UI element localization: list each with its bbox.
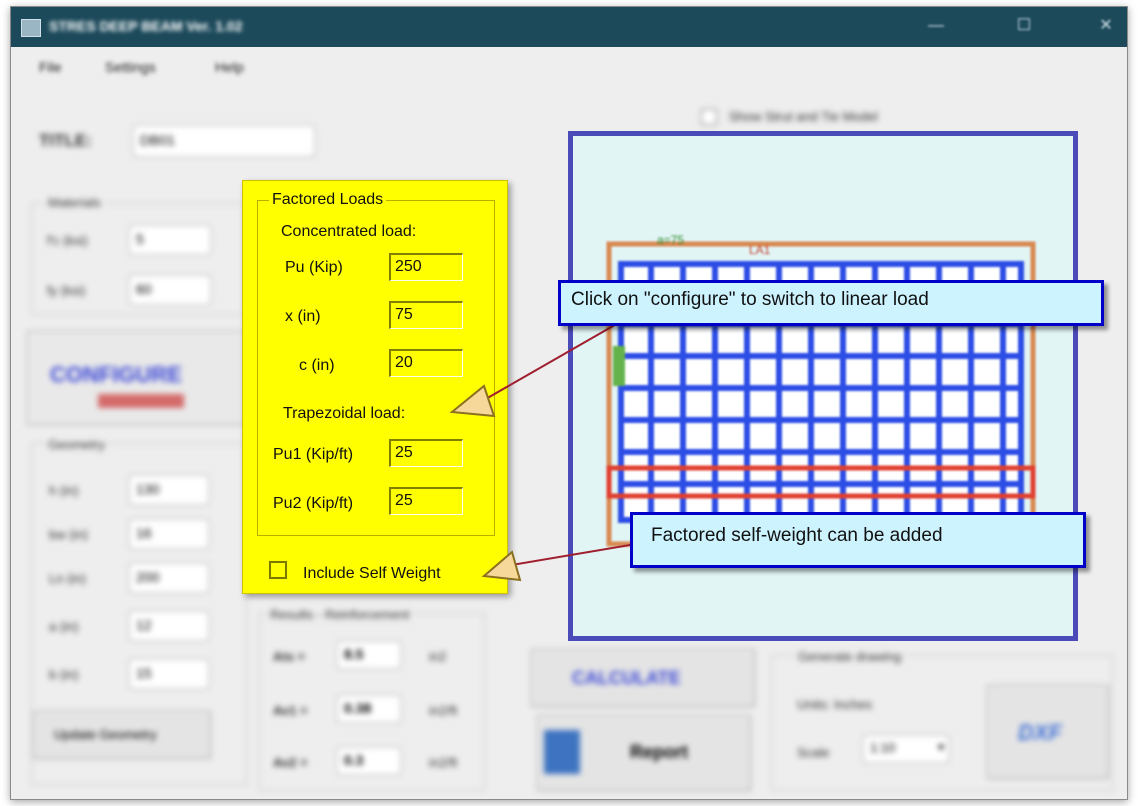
configure-highlight <box>98 394 184 408</box>
fy-input[interactable]: 60 <box>129 275 211 305</box>
av2-unit: in2/ft <box>429 755 458 770</box>
x-label: x (in) <box>285 308 321 325</box>
title-bar[interactable]: STRES DEEP BEAM Ver. 1.02 — ☐ ✕ <box>11 7 1127 47</box>
ats-output: 8.5 <box>337 641 401 669</box>
a-input[interactable]: 12 <box>129 611 209 641</box>
title-value: DB01 <box>140 132 176 148</box>
menu-file[interactable]: File <box>39 59 62 75</box>
drawing-label: Generate drawing <box>795 649 905 664</box>
av1-output: 0.38 <box>337 695 401 723</box>
av1-value: 0.38 <box>344 700 372 716</box>
bw-value: 16 <box>136 525 152 541</box>
pu1-input[interactable]: 25 <box>389 439 463 467</box>
maximize-button[interactable]: ☐ <box>1011 15 1037 37</box>
scale-label: Scale <box>797 745 830 760</box>
b-input[interactable]: 15 <box>129 659 209 689</box>
menu-help[interactable]: Help <box>215 59 244 75</box>
minimize-button[interactable]: — <box>923 15 949 37</box>
fc-input[interactable]: 5 <box>129 225 211 255</box>
x-input[interactable]: 75 <box>389 301 463 329</box>
diagram-label-left: a=75 <box>657 233 684 247</box>
configure-button[interactable]: CONFIGURE <box>27 331 247 425</box>
callout-self-weight: Factored self-weight can be added <box>630 512 1086 568</box>
report-button[interactable]: Report <box>537 715 751 791</box>
pu-input[interactable]: 250 <box>389 253 463 281</box>
title-input[interactable]: DB01 <box>133 125 315 157</box>
self-weight-label: Include Self Weight <box>303 565 441 582</box>
title-label: TITLE: <box>39 131 92 150</box>
app-window: STRES DEEP BEAM Ver. 1.02 — ☐ ✕ File Set… <box>10 6 1128 800</box>
pu2-label: Pu2 (Kip/ft) <box>273 495 354 512</box>
h-label: h (in) <box>49 483 79 498</box>
dxf-button[interactable]: DXF <box>987 685 1109 779</box>
calculate-button[interactable]: CALCULATE <box>531 649 755 707</box>
a-label: a (in) <box>49 619 79 634</box>
dxf-icon: DXF <box>1018 720 1062 745</box>
ln-value: 200 <box>136 569 160 585</box>
av2-value: 0.3 <box>344 752 364 768</box>
c-label: c (in) <box>299 357 335 374</box>
bw-label: bw (in) <box>49 527 89 542</box>
bw-input[interactable]: 16 <box>129 519 209 549</box>
ats-value: 8.5 <box>344 646 364 662</box>
av1-unit: in2/ft <box>429 703 458 718</box>
geometry-label: Geometry <box>45 437 109 452</box>
self-weight-checkbox[interactable] <box>269 561 287 579</box>
trapezoidal-load-label: Trapezoidal load: <box>283 405 406 422</box>
menu-bar: File Settings Help <box>11 51 1127 81</box>
scale-select[interactable]: 1:10 ▾ <box>863 735 949 763</box>
load-marker <box>613 346 625 386</box>
ats-unit: in2 <box>429 649 447 664</box>
pu1-label: Pu1 (Kip/ft) <box>273 446 354 463</box>
scale-value: 1:10 <box>870 740 896 755</box>
pu-label: Pu (Kip) <box>285 259 343 276</box>
fc-label: f'c (ksi) <box>47 233 88 248</box>
fc-value: 5 <box>136 231 144 247</box>
update-geometry-label: Update Geometry <box>54 727 157 742</box>
av2-output: 0.3 <box>337 747 401 775</box>
calculate-label: CALCULATE <box>572 668 681 688</box>
fy-label: fy (ksi) <box>47 283 86 298</box>
show-strut-tie-checkbox[interactable] <box>701 109 717 125</box>
show-strut-tie-label: Show Strut and Tie Model <box>729 109 878 124</box>
chevron-down-icon: ▾ <box>937 740 944 754</box>
callout-configure: Click on "configure" to switch to linear… <box>558 280 1104 326</box>
close-button[interactable]: ✕ <box>1093 15 1119 37</box>
ln-input[interactable]: 200 <box>129 563 209 593</box>
materials-label: Materials <box>45 195 104 210</box>
av1-label: Av1 = <box>273 703 308 718</box>
configure-label: CONFIGURE <box>50 362 182 387</box>
report-label: Report <box>630 742 688 762</box>
update-geometry-button[interactable]: Update Geometry <box>33 711 211 759</box>
factored-loads-panel: Factored Loads Concentrated load: Pu (Ki… <box>242 180 508 594</box>
a-value: 12 <box>136 617 152 633</box>
ats-label: Ats = <box>273 649 306 664</box>
b-value: 15 <box>136 665 152 681</box>
fy-value: 60 <box>136 281 152 297</box>
results-label: Results - Reinforcement <box>267 607 413 622</box>
pu2-input[interactable]: 25 <box>389 487 463 515</box>
report-icon <box>544 730 580 774</box>
app-icon <box>21 19 41 37</box>
c-input[interactable]: 20 <box>389 349 463 377</box>
h-value: 130 <box>136 481 160 497</box>
units-label: Units: Inches <box>797 697 873 712</box>
h-input[interactable]: 130 <box>129 475 209 505</box>
concentrated-load-label: Concentrated load: <box>281 223 417 240</box>
factored-loads-title: Factored Loads <box>269 191 387 209</box>
window-title: STRES DEEP BEAM Ver. 1.02 <box>49 18 243 34</box>
ln-label: Ln (in) <box>49 571 86 586</box>
b-label: b (in) <box>49 667 79 682</box>
menu-settings[interactable]: Settings <box>105 59 156 75</box>
av2-label: Av2 = <box>273 755 308 770</box>
diagram-label-top: LA1 <box>749 243 771 257</box>
